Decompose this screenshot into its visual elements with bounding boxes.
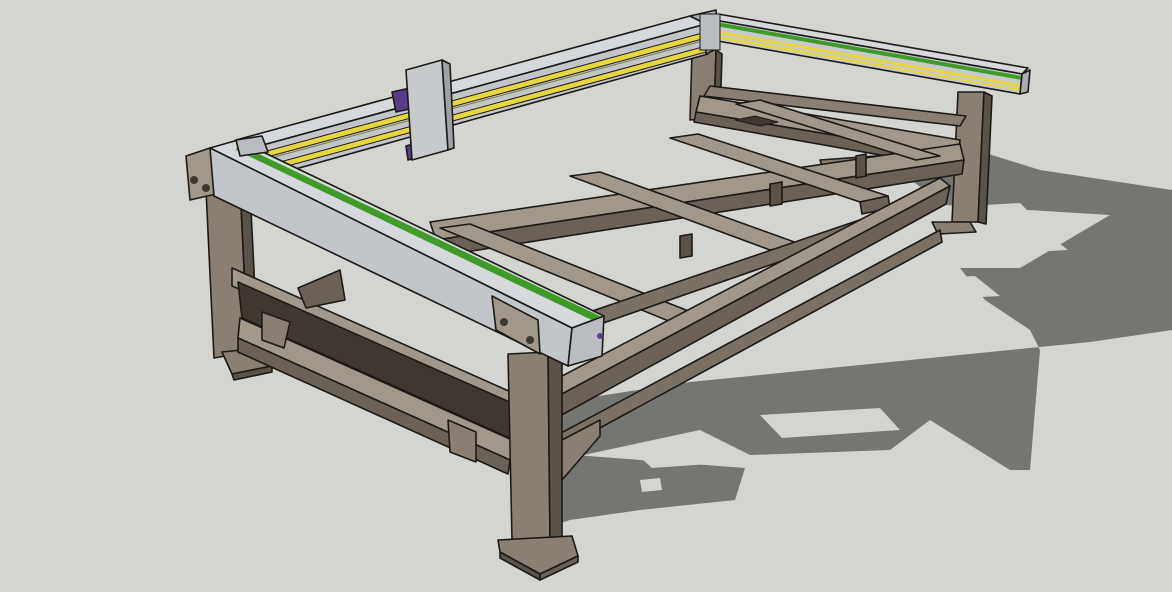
x-rail-far	[699, 13, 1031, 95]
linear-guide-lower	[257, 45, 707, 175]
cnc-table-drawing	[185, 9, 1172, 581]
gantry-beam	[235, 9, 719, 181]
gantry-beam-top	[235, 15, 707, 149]
sketchup-model-viewport[interactable]	[0, 0, 1172, 592]
leg-front-right	[507, 351, 551, 541]
gantry-corner	[235, 135, 269, 157]
z-plate	[405, 59, 449, 161]
linear-guide-upper	[255, 31, 707, 161]
z-carriage	[391, 59, 455, 161]
